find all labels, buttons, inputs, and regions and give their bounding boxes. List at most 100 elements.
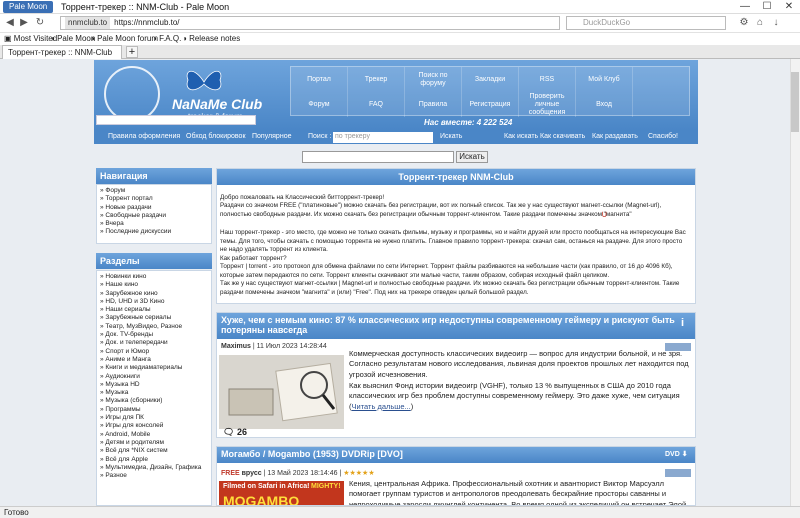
site-search-input[interactable] <box>302 151 454 163</box>
section-item[interactable]: » Android, Mobile <box>100 431 208 439</box>
menu-check-messages[interactable]: Проверить личные сообщения <box>519 92 576 117</box>
forward-button[interactable]: ▶ <box>18 16 30 30</box>
site-search-button[interactable]: Искать <box>456 151 488 163</box>
movie-poster: Filmed on Safari in Africa! MIGHTY! MOGA… <box>219 481 344 505</box>
section-item[interactable]: » Музыка <box>100 389 208 397</box>
nav-item[interactable]: » Последние дискуссии <box>100 228 208 236</box>
section-item[interactable]: » Наши сериалы <box>100 306 208 314</box>
tab-strip: Торрент-трекер :: NNM-Club + <box>0 45 800 59</box>
menu-register[interactable]: Регистрация <box>462 92 519 117</box>
close-button[interactable]: ✕ <box>778 0 800 14</box>
section-item[interactable]: » Спорт и Юмор <box>100 348 208 356</box>
menu-faq[interactable]: FAQ <box>348 92 405 117</box>
app-menu-button[interactable]: Pale Moon ▾ <box>3 1 53 23</box>
site-identity[interactable]: nnmclub.to <box>65 17 111 29</box>
search-input[interactable]: DuckDuckGo <box>566 16 726 30</box>
maximize-button[interactable]: ☐ <box>756 0 778 14</box>
section-item[interactable]: » Наше кино <box>100 281 208 289</box>
new-tab-button[interactable]: + <box>126 46 138 58</box>
search-submit[interactable]: Искать <box>440 130 462 144</box>
section-item[interactable]: » Разное <box>100 472 208 480</box>
home-icon[interactable]: ⌂ <box>754 16 766 30</box>
tab-active[interactable]: Торрент-трекер :: NNM-Club <box>2 45 122 59</box>
minimize-button[interactable]: — <box>734 0 756 14</box>
url-bar[interactable]: nnmclub.to https://nnmclub.to/ <box>60 16 560 30</box>
free-badge: FREE <box>221 470 240 477</box>
scrollbar-thumb[interactable] <box>791 72 799 132</box>
link-rules[interactable]: Правила оформления <box>108 130 180 144</box>
section-item[interactable]: » Книги и медиаматериалы <box>100 364 208 372</box>
post-title[interactable]: Могамбо / Mogambo (1953) DVDRip [DVO] <box>217 447 695 463</box>
post-meta: Maximus | 11 Июл 2023 14:28:44 <box>221 343 327 350</box>
download-icon[interactable]: ↓ <box>770 16 782 30</box>
site-logo-title[interactable]: NaNaMe Club <box>172 96 262 112</box>
dvd-icon: DVD ⬇ <box>665 451 688 458</box>
menu-portal[interactable]: Портал <box>291 67 348 92</box>
tab-title: Торрент-трекер :: NNM-Club <box>8 48 113 57</box>
rating-stars: ★★★★★ <box>343 470 375 477</box>
menu-bookmarks[interactable]: Закладки <box>462 67 519 92</box>
link-how-search[interactable]: Как искать <box>504 130 538 144</box>
section-label: Android, Mobile <box>105 430 151 438</box>
section-item[interactable]: » Театр, МузВидео, Разное <box>100 323 208 331</box>
menu-forum-search[interactable]: Поиск по форуму <box>405 67 462 92</box>
section-item[interactable]: » Музыка (сборники) <box>100 397 208 405</box>
section-label: Док. и телепередачи <box>105 339 168 347</box>
news-image <box>219 355 344 429</box>
menu-rss[interactable]: RSS <box>519 67 576 92</box>
post-title[interactable]: Хуже, чем с немым кино: 87 % классически… <box>217 313 695 339</box>
section-item[interactable]: » Аудиокниги <box>100 373 208 381</box>
nav-item[interactable]: » Свободные раздачи <box>100 212 208 220</box>
section-item[interactable]: » Новинки кино <box>100 273 208 281</box>
welcome-about: Наш торрент-трекер - это место, где можн… <box>220 229 686 254</box>
share-icons[interactable] <box>665 469 691 477</box>
section-item[interactable]: » Всё для Apple <box>100 456 208 464</box>
bookmark-release-notes[interactable]: ◑ Release notes <box>182 33 240 45</box>
section-item[interactable]: » Док. TV-бренды <box>100 331 208 339</box>
section-item[interactable]: » Аниме и Манга <box>100 356 208 364</box>
section-item[interactable]: » HD, UHD и 3D Кино <box>100 298 208 306</box>
menu-my-club[interactable]: Мой Клуб <box>576 67 633 92</box>
post-description: Кения, центральная Африка. Профессиональ… <box>349 479 689 505</box>
post-author[interactable]: Maximus <box>221 343 251 350</box>
menu-forum[interactable]: Форум <box>291 92 348 117</box>
section-item[interactable]: » Программы <box>100 406 208 414</box>
bookmark-faq[interactable]: ◑ F.A.Q. <box>152 33 181 45</box>
link-bypass[interactable]: Обход блокировок <box>186 130 246 144</box>
section-item[interactable]: » Зарубежные сериалы <box>100 314 208 322</box>
audio-player[interactable] <box>96 115 256 125</box>
link-how-download[interactable]: Как скачивать <box>540 130 585 144</box>
link-how-seed[interactable]: Как раздавать <box>592 130 638 144</box>
section-item[interactable]: » Док. и телепередачи <box>100 339 208 347</box>
section-item[interactable]: » Игры для консолей <box>100 422 208 430</box>
bookmark-pale-moon-forum[interactable]: ◑ Pale Moon forum <box>90 33 158 45</box>
menu-tracker[interactable]: Трекер <box>348 67 405 92</box>
tracker-search-input[interactable]: по трекеру <box>333 132 433 143</box>
read-more-link[interactable]: Читать дальше... <box>352 402 411 411</box>
nav-item[interactable]: » Форум <box>100 187 208 195</box>
comments-count[interactable]: 🗨 26 <box>223 427 247 437</box>
section-item[interactable]: » Зарубежное кино <box>100 290 208 298</box>
link-thanks[interactable]: Спасибо! <box>648 130 678 144</box>
settings-icon[interactable]: ⚙ <box>738 16 750 30</box>
link-popular[interactable]: Популярное <box>252 130 291 144</box>
bookmark-pale-moon[interactable]: ◑ Pale Moon <box>50 33 95 45</box>
main-menu: Портал Трекер Поиск по форуму Закладки R… <box>290 66 690 117</box>
menu-login[interactable]: Вход <box>576 92 633 117</box>
section-item[interactable]: » Игры для ПК <box>100 414 208 422</box>
reload-button[interactable]: ↻ <box>34 16 46 30</box>
torrent-post: Могамбо / Mogambo (1953) DVDRip [DVO] DV… <box>216 446 696 506</box>
post-author[interactable]: врусс <box>242 470 262 477</box>
nav-item-label: Последние дискуссии <box>105 228 172 236</box>
nav-item[interactable]: » Вчера <box>100 220 208 228</box>
section-label: Аниме и Манга <box>105 355 151 363</box>
navigation-toolbar: ◀ ▶ ↻ nnmclub.to https://nnmclub.to/ Duck… <box>0 14 800 33</box>
section-item[interactable]: » Музыка HD <box>100 381 208 389</box>
section-item[interactable]: » Всё для *NIX систем <box>100 447 208 455</box>
menu-rules[interactable]: Правила <box>405 92 462 117</box>
back-button[interactable]: ◀ <box>4 16 16 30</box>
nav-item[interactable]: » Новые раздачи <box>100 204 208 212</box>
section-item[interactable]: » Мультимедиа, Дизайн, Графика <box>100 464 208 472</box>
section-item[interactable]: » Детям и родителям <box>100 439 208 447</box>
nav-item[interactable]: » Торрент портал <box>100 195 208 203</box>
